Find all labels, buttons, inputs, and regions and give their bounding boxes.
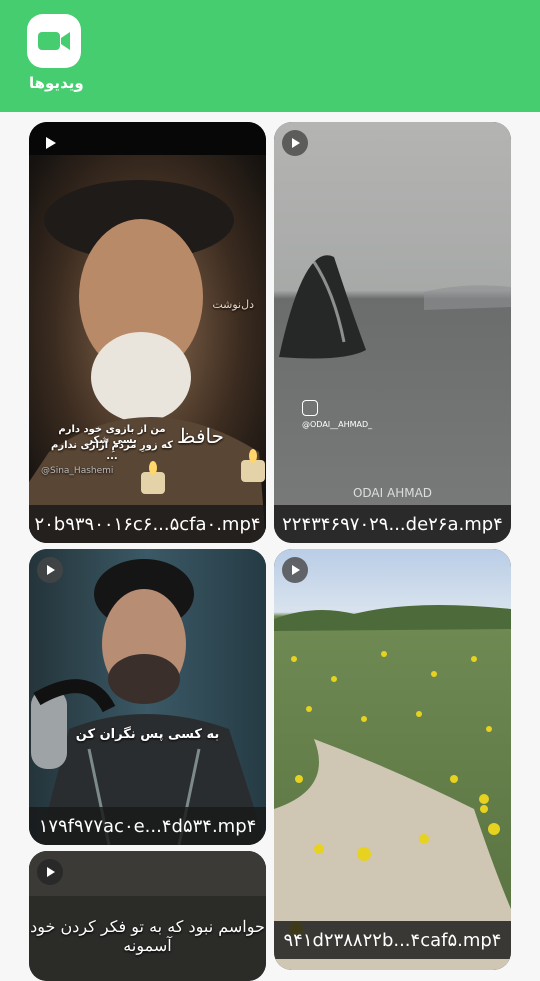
instagram-icon <box>302 400 318 416</box>
video-camera-icon[interactable] <box>27 14 81 68</box>
instagram-handle: @ODAI__AHMAD_ <box>302 420 373 429</box>
video-thumbnail <box>29 851 266 981</box>
video-overlay-text: به کسی پس نگران کن <box>75 727 220 742</box>
handle: @Sina_Hashemi <box>41 466 114 476</box>
video-card[interactable]: @ODAI__AHMAD_ ODAI AHMAD ۲۲۴۳۴۶۹۷۰۲۹...d… <box>274 122 511 543</box>
play-icon[interactable] <box>282 557 308 583</box>
video-filename: ۱۷۹f۹۷۷ac۰e...۴d۵۳۴.mp۴ <box>29 807 266 845</box>
video-thumbnail <box>29 549 266 845</box>
page-title: ویدیوها <box>29 74 84 92</box>
video-card[interactable]: به کسی پس نگران کن ۱۷۹f۹۷۷ac۰e...۴d۵۳۴.m… <box>29 549 266 845</box>
video-card[interactable]: حواسم نبود که به تو فکر کردن خود آسمونه <box>29 851 266 981</box>
corner-text: دل‌نوشت <box>212 298 254 311</box>
play-icon[interactable] <box>37 557 63 583</box>
video-filename: ۲۲۴۳۴۶۹۷۰۲۹...de۲۶a.mp۴ <box>274 505 511 543</box>
video-thumbnail <box>29 122 266 543</box>
play-icon[interactable] <box>282 130 308 156</box>
play-icon[interactable] <box>37 130 63 156</box>
signature: حافظ <box>177 424 225 448</box>
app-header: ویدیوها <box>0 0 540 112</box>
watermark: ODAI AHMAD <box>352 486 433 500</box>
video-filename: ۹۴۱d۲۳۸۸۲۲b...۴caf۵.mp۴ <box>274 921 511 959</box>
video-overlay-line2: که زورِ مردمِ آزاری ندارم ... <box>51 440 173 462</box>
play-icon[interactable] <box>37 859 63 885</box>
video-card[interactable]: ۹۴۱d۲۳۸۸۲۲b...۴caf۵.mp۴ <box>274 549 511 970</box>
video-card[interactable]: دل‌نوشت من از بازوی خود دارم بسی شکر که … <box>29 122 266 543</box>
video-overlay-text: حواسم نبود که به تو فکر کردن خود آسمونه <box>30 917 265 955</box>
video-thumbnail <box>274 549 511 970</box>
video-filename: ۲۰b۹۳۹۰۰۱۶c۶...۵cfa۰.mp۴ <box>29 505 266 543</box>
video-thumbnail <box>274 122 511 543</box>
